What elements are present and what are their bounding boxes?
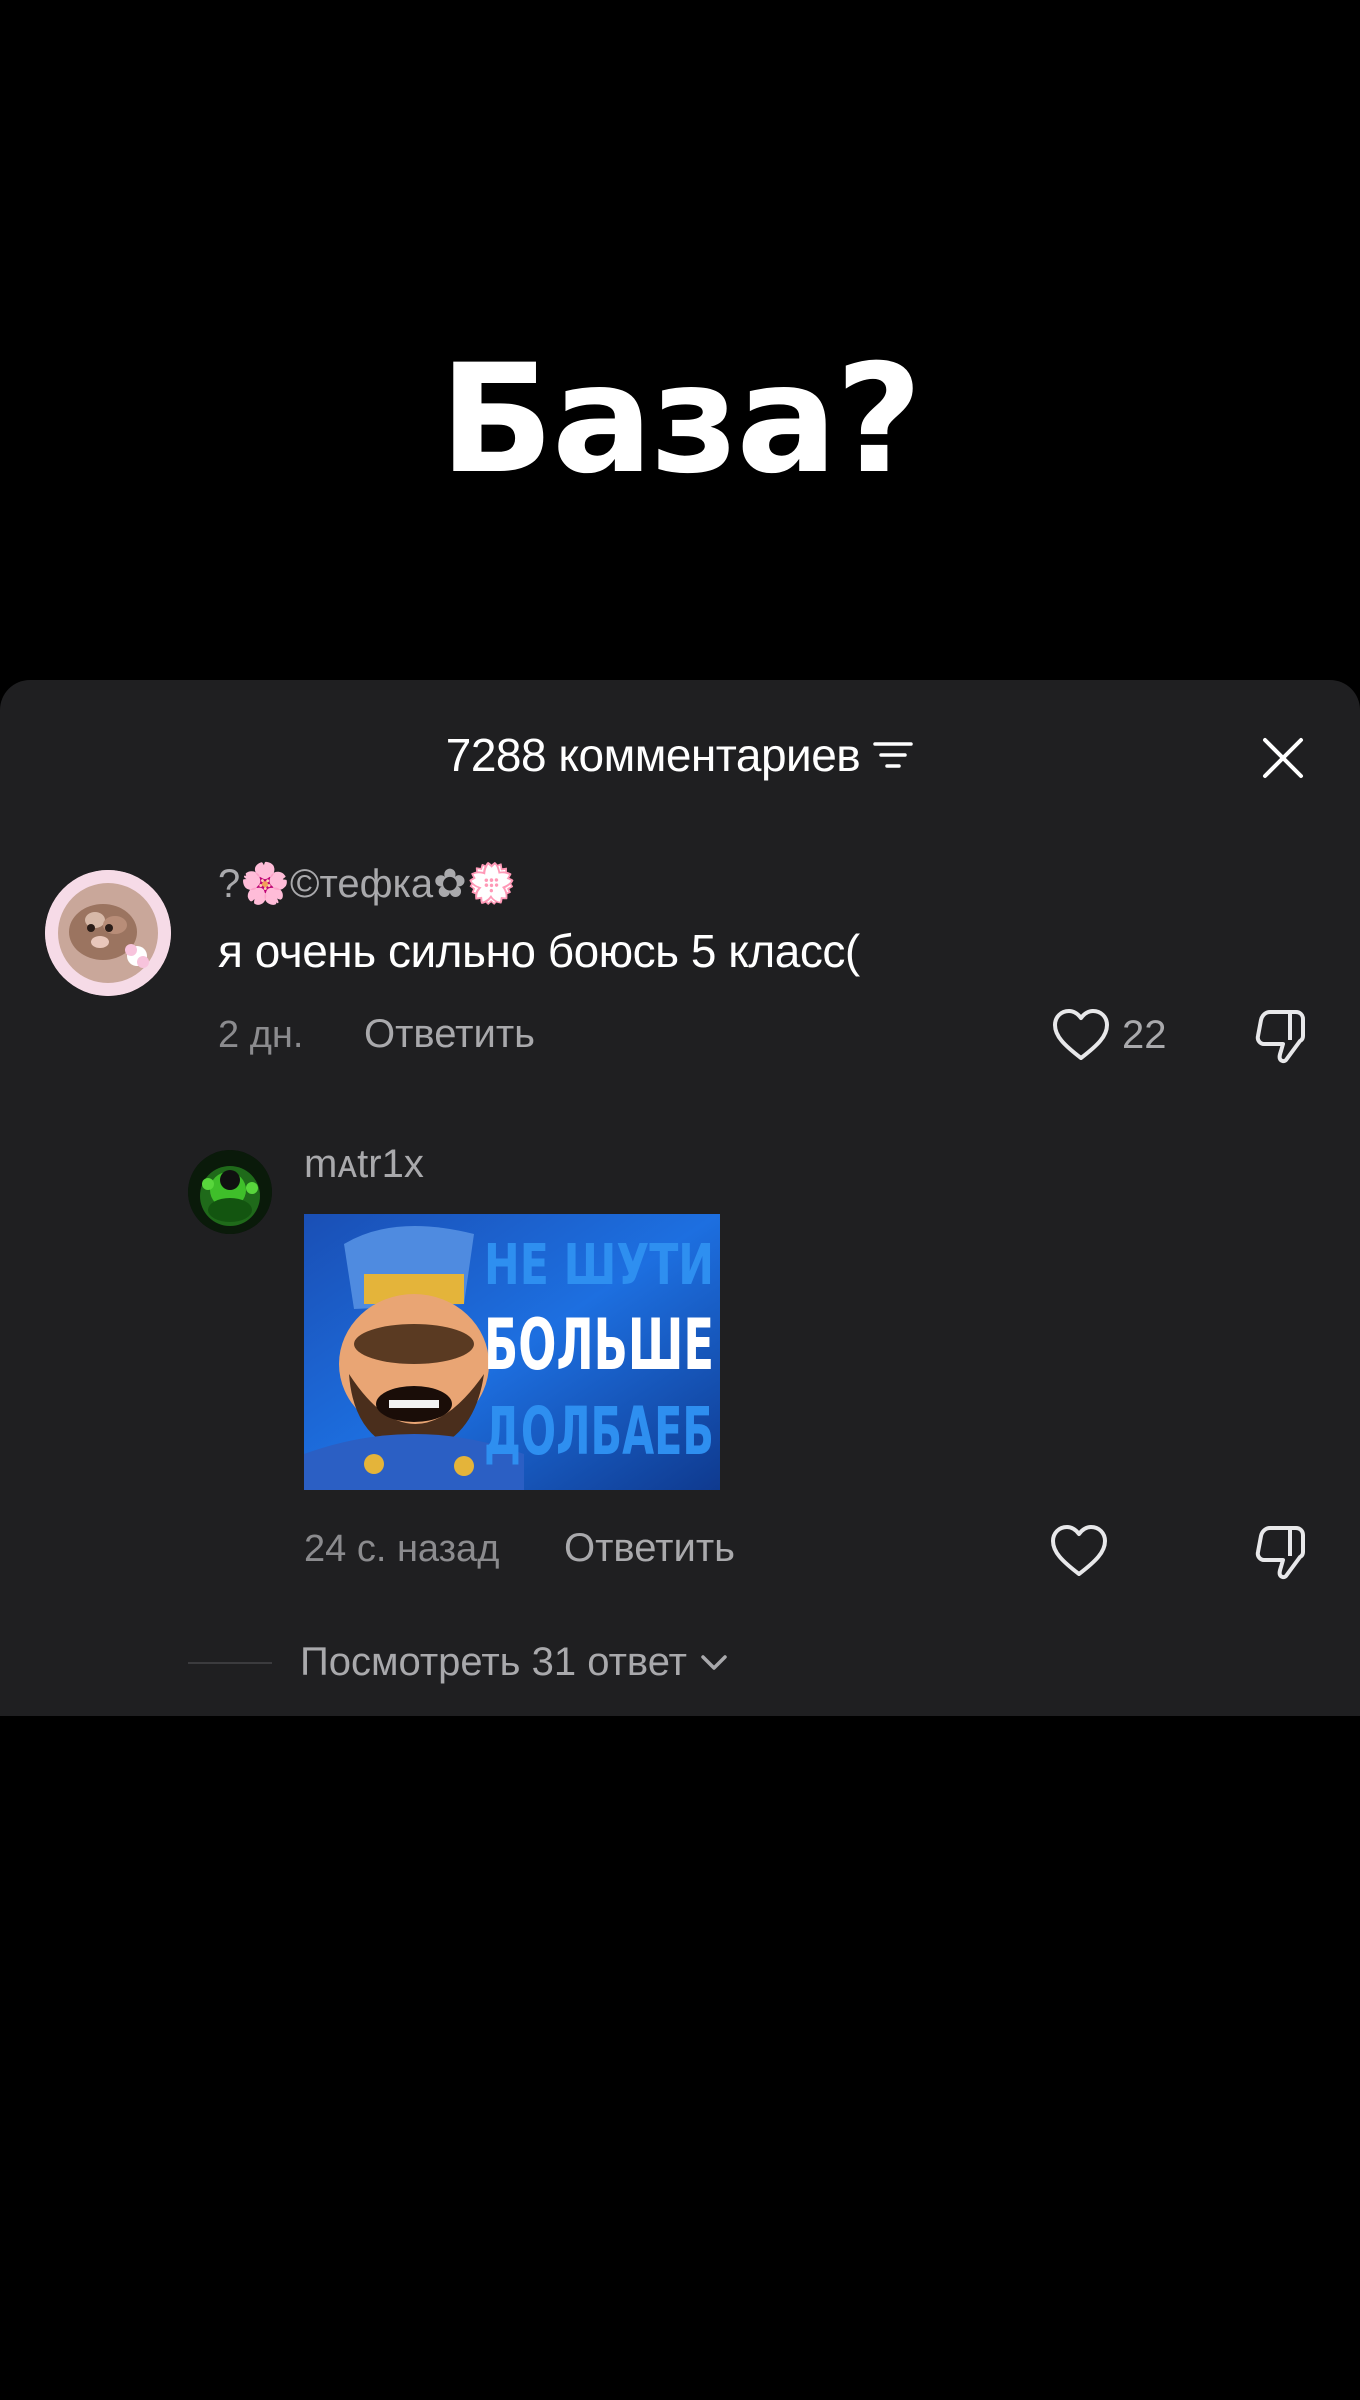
comments-title-group[interactable]: 7288 комментариев <box>0 720 1360 790</box>
comment-text: я очень сильно боюсь 5 класс( <box>218 925 860 977</box>
like-count: 22 <box>1122 1012 1167 1057</box>
comment-time: 2 дн. <box>218 1014 304 1056</box>
comments-count-title: 7288 комментариев <box>445 729 861 781</box>
like-button[interactable]: 22 <box>1052 1008 1167 1062</box>
view-replies-label: Посмотреть 31 ответ <box>300 1640 687 1684</box>
close-icon <box>1263 738 1303 778</box>
close-button[interactable] <box>1255 730 1311 786</box>
reply-like-button[interactable] <box>1050 1524 1108 1578</box>
reply-time: 24 с. назад <box>304 1528 500 1570</box>
reply-username[interactable]: mᴀtr1x <box>304 1142 424 1187</box>
thumbs-down-icon <box>1255 1010 1305 1064</box>
reply-avatar[interactable] <box>188 1150 272 1234</box>
dislike-button[interactable] <box>1252 1006 1312 1071</box>
sticker-text-line-3: ДОЛБАЕБ <box>484 1393 714 1470</box>
reply-button[interactable]: Ответить <box>364 1012 535 1057</box>
reply-to-reply-button[interactable]: Ответить <box>564 1526 735 1571</box>
comments-header: 7288 комментариев <box>0 720 1360 790</box>
reply-dislike-button[interactable] <box>1252 1522 1312 1587</box>
chevron-down-icon <box>701 1654 727 1670</box>
avatar[interactable] <box>45 870 171 996</box>
heart-icon <box>1053 1009 1109 1060</box>
sticker-text-line-2: БОЛЬШЕ <box>484 1304 714 1386</box>
comment-username[interactable]: ?🌸©тефка✿💮 <box>218 860 517 907</box>
heart-icon <box>1051 1525 1107 1576</box>
view-replies-divider <box>188 1661 272 1664</box>
filter-icon[interactable] <box>872 739 914 771</box>
view-replies-button[interactable]: Посмотреть 31 ответ <box>188 1640 731 1685</box>
comments-sheet: 7288 комментариев ?🌸©тефка✿💮 я очень сил… <box>0 680 1360 1716</box>
sticker-text-line-1: НЕ ШУТИ <box>484 1233 714 1298</box>
video-caption-headline: База? <box>439 333 923 507</box>
thumbs-down-icon <box>1255 1526 1305 1580</box>
reply-sticker-image[interactable]: НЕ ШУТИ БОЛЬШЕ ДОЛБАЕБ <box>304 1214 720 1490</box>
